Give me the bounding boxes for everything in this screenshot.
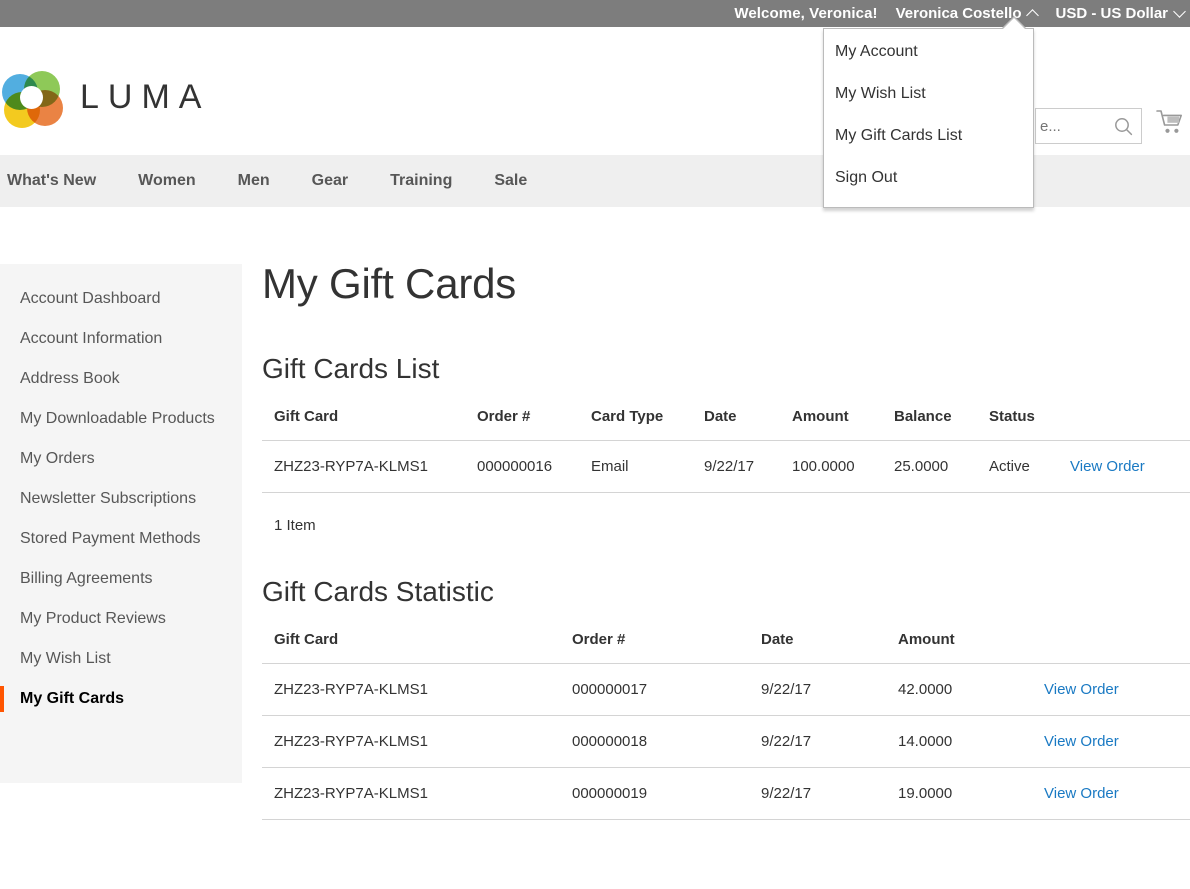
table-header-row: Gift Card Order # Date Amount	[262, 631, 1190, 664]
nav-item-gear[interactable]: Gear	[291, 155, 369, 207]
cell-actions: View Order	[1058, 440, 1190, 493]
dropdown-item-my-account[interactable]: My Account	[824, 31, 1033, 73]
cell-actions: View Order	[1032, 715, 1190, 768]
gift-cards-statistic-title: Gift Cards Statistic	[262, 576, 494, 607]
search-icon	[1114, 117, 1132, 135]
gift-cards-statistic-table: Gift Card Order # Date Amount ZHZ23-RYP7…	[262, 631, 1190, 820]
view-order-link[interactable]: View Order	[1070, 458, 1145, 475]
cell-date: 9/22/17	[692, 440, 780, 493]
column-header-gift-card: Gift Card	[262, 408, 465, 441]
cell-amount: 100.0000	[780, 440, 882, 493]
cell-gift-card: ZHZ23-RYP7A-KLMS1	[262, 767, 560, 820]
currency-label: USD - US Dollar	[1055, 5, 1168, 22]
sidebar-item-my-gift-cards[interactable]: My Gift Cards	[0, 686, 242, 712]
cell-date: 9/22/17	[749, 767, 886, 820]
currency-switcher[interactable]: USD - US Dollar	[1055, 5, 1186, 22]
table-header-row: Gift Card Order # Card Type Date Amount …	[262, 408, 1190, 441]
search-form	[1035, 108, 1142, 144]
column-header-card-type: Card Type	[579, 408, 692, 441]
sidebar-item-account-information[interactable]: Account Information	[0, 328, 242, 349]
cell-order: 000000019	[560, 767, 749, 820]
dropdown-item-my-wish-list[interactable]: My Wish List	[824, 73, 1033, 115]
cell-actions: View Order	[1032, 663, 1190, 716]
page-title: My Gift Cards	[262, 260, 517, 307]
sidebar-item-my-product-reviews[interactable]: My Product Reviews	[0, 608, 242, 629]
cell-date: 9/22/17	[749, 663, 886, 716]
column-header-actions	[1058, 408, 1190, 441]
cell-gift-card: ZHZ23-RYP7A-KLMS1	[262, 663, 560, 716]
table-row: ZHZ23-RYP7A-KLMS1 000000017 9/22/17 42.0…	[262, 663, 1190, 716]
toolbar-amount: 1 Item	[274, 517, 316, 534]
cell-amount: 19.0000	[886, 767, 1032, 820]
table-row: ZHZ23-RYP7A-KLMS1 000000019 9/22/17 19.0…	[262, 767, 1190, 820]
dropdown-item-my-gift-cards-list[interactable]: My Gift Cards List	[824, 115, 1033, 157]
logo-text: LUMA	[80, 77, 211, 116]
search-input[interactable]	[1036, 117, 1108, 135]
nav-item-sale[interactable]: Sale	[473, 155, 548, 207]
sidebar-item-billing-agreements[interactable]: Billing Agreements	[0, 568, 242, 589]
gift-cards-list-header: Gift Card Order # Card Type Date Amount …	[262, 408, 1190, 441]
cell-date: 9/22/17	[749, 715, 886, 768]
nav-item-men[interactable]: Men	[217, 155, 291, 207]
sidebar-item-address-book[interactable]: Address Book	[0, 368, 242, 389]
account-sidebar: Account Dashboard Account Information Ad…	[0, 264, 242, 783]
main-content: My Gift Cards Gift Cards List Gift Card …	[262, 258, 1190, 820]
chevron-up-icon	[1026, 9, 1040, 22]
cell-order: 000000017	[560, 663, 749, 716]
column-header-actions	[1032, 631, 1190, 664]
top-panel-links: Welcome, Veronica! Veronica Costello USD…	[734, 0, 1190, 27]
cell-gift-card: ZHZ23-RYP7A-KLMS1	[262, 715, 560, 768]
column-header-amount: Amount	[780, 408, 882, 441]
chevron-down-icon	[1173, 5, 1186, 18]
cell-actions: View Order	[1032, 767, 1190, 820]
nav-list: What's New Women Men Gear Training Sale	[0, 155, 548, 207]
account-nav-list: Account Dashboard Account Information Ad…	[0, 264, 242, 712]
search-button[interactable]	[1108, 109, 1138, 143]
column-header-date: Date	[692, 408, 780, 441]
minicart-button[interactable]	[1156, 109, 1186, 142]
sidebar-item-account-dashboard[interactable]: Account Dashboard	[0, 288, 242, 309]
account-dropdown-menu: My Account My Wish List My Gift Cards Li…	[823, 16, 1034, 208]
column-header-amount: Amount	[886, 631, 1032, 664]
column-header-order: Order #	[560, 631, 749, 664]
column-header-order: Order #	[465, 408, 579, 441]
luma-flower-logo-icon	[2, 68, 63, 128]
cell-order: 000000016	[465, 440, 579, 493]
page-root: Welcome, Veronica! Veronica Costello USD…	[0, 0, 1190, 889]
cell-status: Active	[977, 440, 1058, 493]
sidebar-item-newsletter-subscriptions[interactable]: Newsletter Subscriptions	[0, 488, 242, 509]
view-order-link[interactable]: View Order	[1044, 785, 1119, 802]
nav-item-women[interactable]: Women	[117, 155, 216, 207]
view-order-link[interactable]: View Order	[1044, 733, 1119, 750]
cell-amount: 14.0000	[886, 715, 1032, 768]
logo-link[interactable]: LUMA	[2, 68, 211, 128]
gift-cards-statistic-header: Gift Card Order # Date Amount	[262, 631, 1190, 664]
dropdown-item-sign-out[interactable]: Sign Out	[824, 157, 1033, 199]
column-header-date: Date	[749, 631, 886, 664]
sidebar-item-my-downloadable-products[interactable]: My Downloadable Products	[0, 408, 242, 429]
cell-card-type: Email	[579, 440, 692, 493]
sidebar-item-my-orders[interactable]: My Orders	[0, 448, 242, 469]
cell-balance: 25.0000	[882, 440, 977, 493]
cell-order: 000000018	[560, 715, 749, 768]
dropdown-arrow-icon	[1003, 18, 1025, 29]
shopping-cart-icon	[1156, 110, 1182, 133]
nav-item-whats-new[interactable]: What's New	[0, 155, 117, 207]
column-header-status: Status	[977, 408, 1058, 441]
gift-cards-list-body: ZHZ23-RYP7A-KLMS1 000000016 Email 9/22/1…	[262, 440, 1190, 493]
column-header-balance: Balance	[882, 408, 977, 441]
cell-amount: 42.0000	[886, 663, 1032, 716]
nav-item-training[interactable]: Training	[369, 155, 473, 207]
sidebar-item-stored-payment-methods[interactable]: Stored Payment Methods	[0, 528, 242, 549]
gift-cards-list-table: Gift Card Order # Card Type Date Amount …	[262, 408, 1190, 493]
gift-cards-statistic-body: ZHZ23-RYP7A-KLMS1 000000017 9/22/17 42.0…	[262, 663, 1190, 820]
gift-cards-list-title: Gift Cards List	[262, 353, 440, 384]
cell-gift-card: ZHZ23-RYP7A-KLMS1	[262, 440, 465, 493]
table-row: ZHZ23-RYP7A-KLMS1 000000016 Email 9/22/1…	[262, 440, 1190, 493]
sidebar-item-my-wish-list[interactable]: My Wish List	[0, 648, 242, 669]
view-order-link[interactable]: View Order	[1044, 681, 1119, 698]
table-row: ZHZ23-RYP7A-KLMS1 000000018 9/22/17 14.0…	[262, 715, 1190, 768]
column-header-gift-card: Gift Card	[262, 631, 560, 664]
welcome-message: Welcome, Veronica!	[734, 5, 878, 22]
